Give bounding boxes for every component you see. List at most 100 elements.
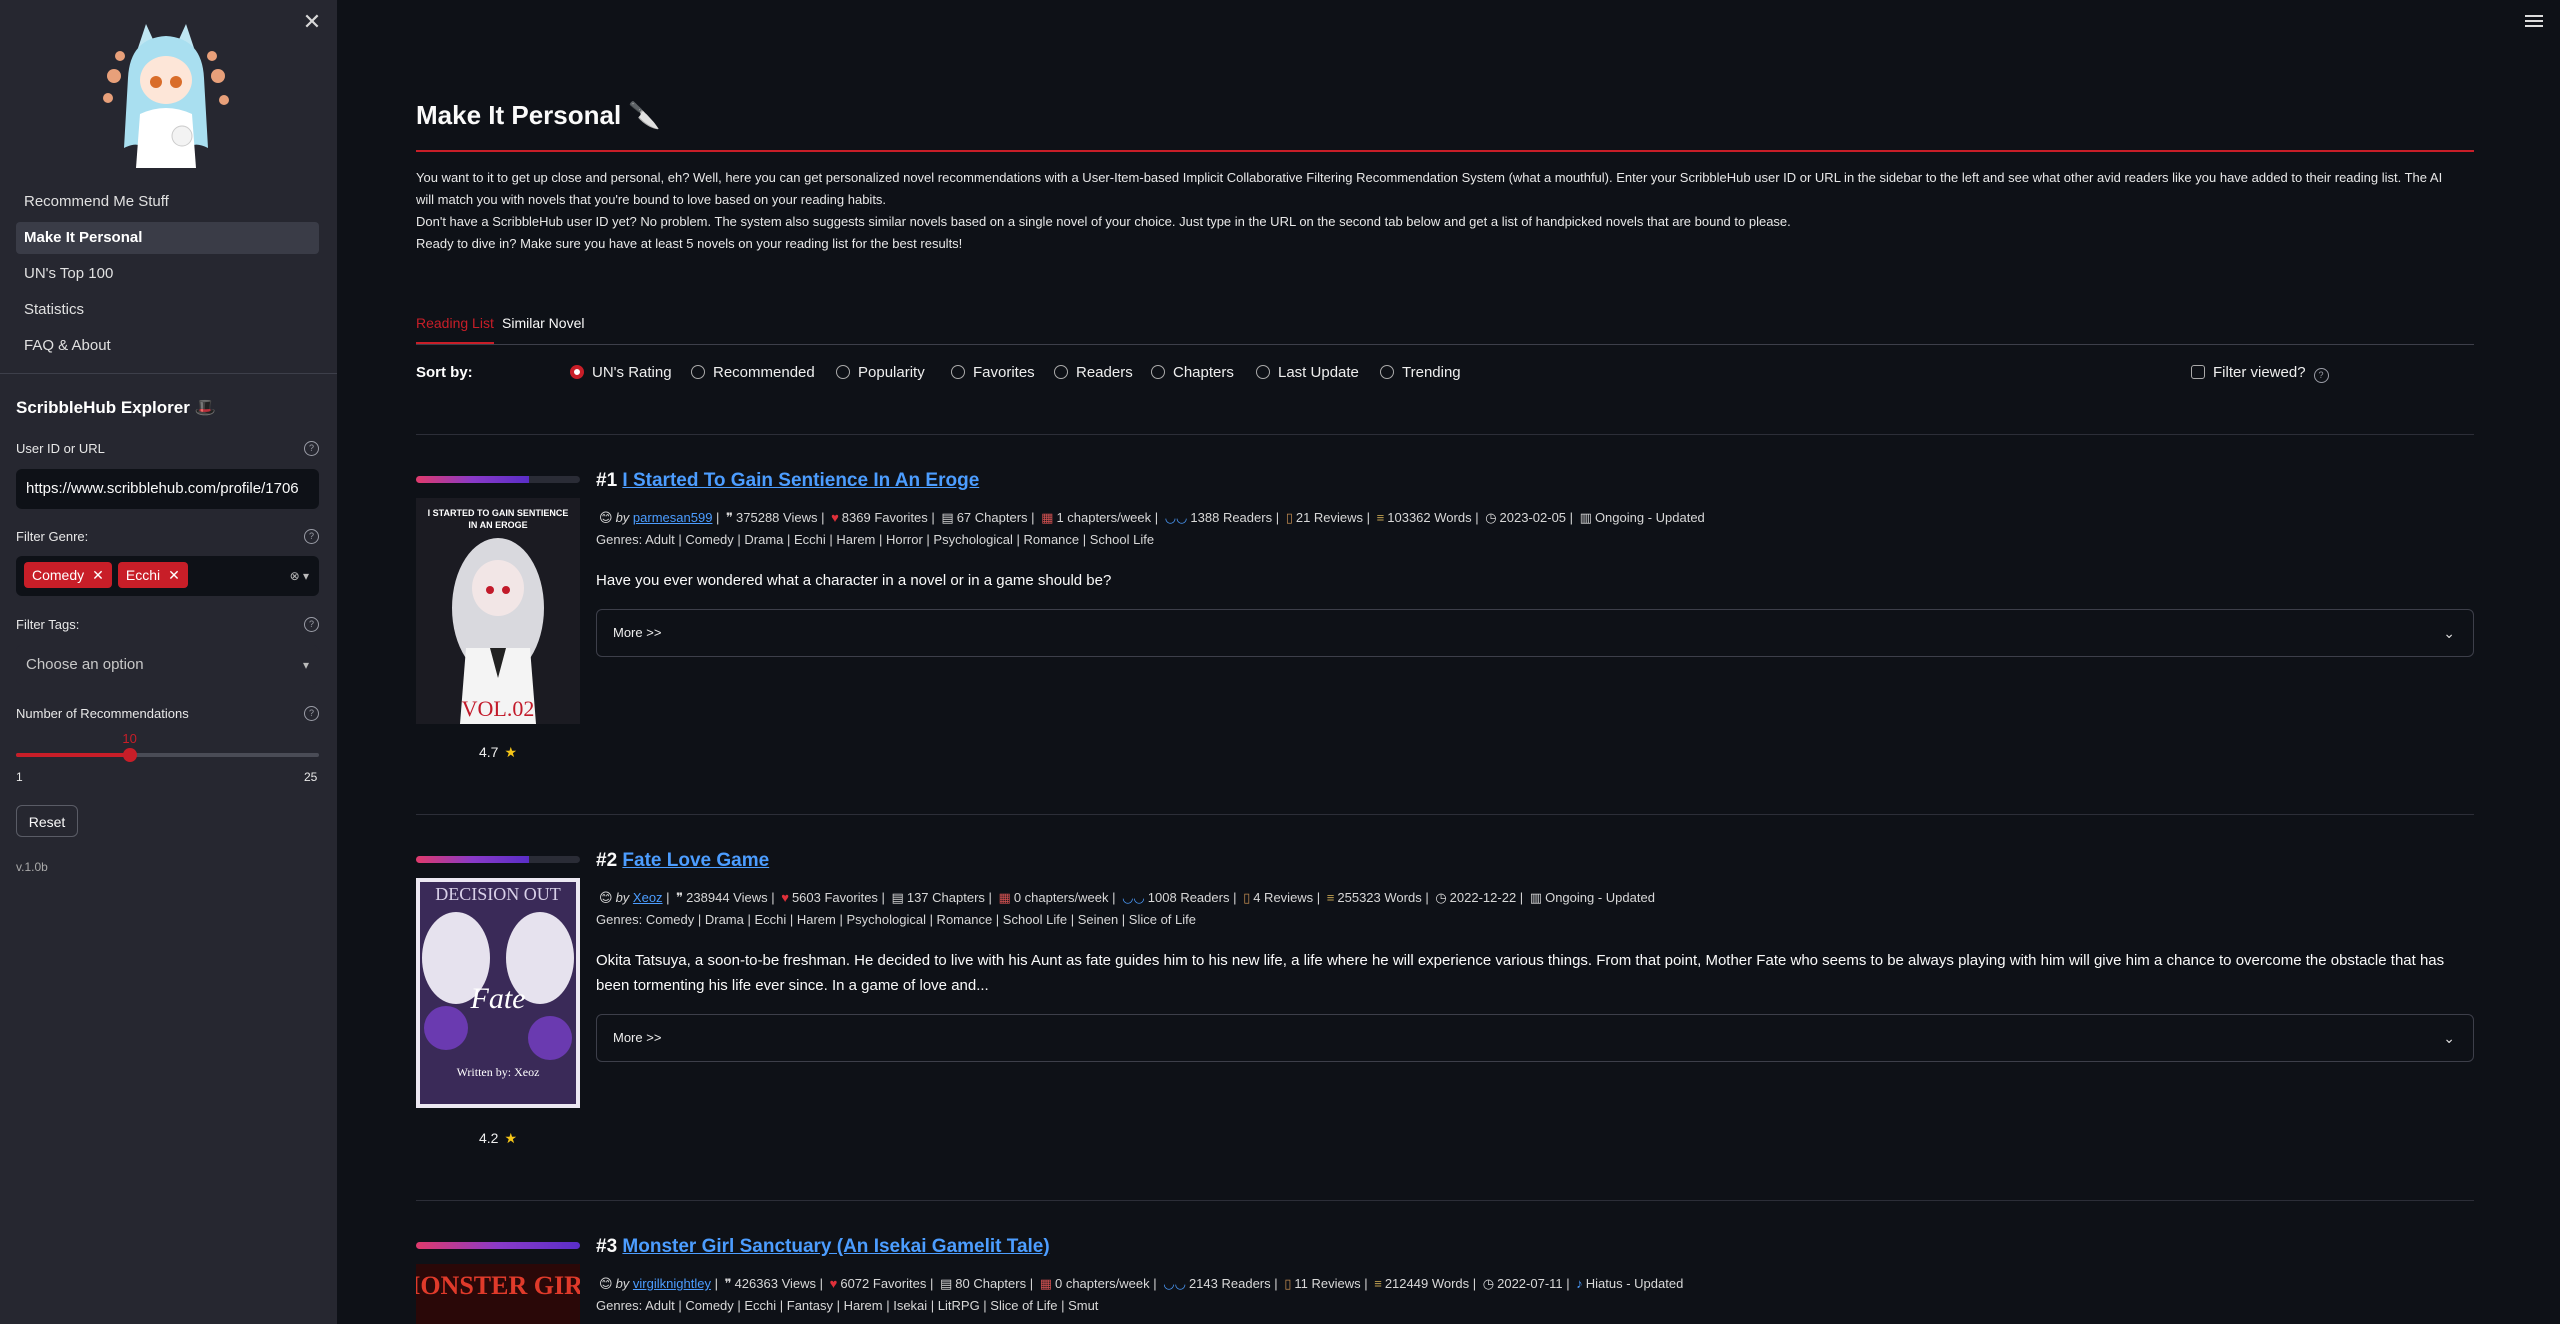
sort-favorites[interactable]: Favorites bbox=[951, 364, 1035, 381]
novel-cover[interactable]: DECISION OUT Fate Written by: Xeoz bbox=[416, 878, 580, 1108]
reviews-icon: ▯ bbox=[1243, 890, 1251, 905]
clear-all-icon[interactable]: ⊗ bbox=[290, 569, 300, 583]
reviews: 4 Reviews bbox=[1253, 890, 1314, 905]
checkbox-label: Filter viewed? bbox=[2213, 364, 2306, 381]
rating-value: 4.7 bbox=[478, 744, 499, 760]
user-id-help-icon[interactable]: ? bbox=[304, 441, 319, 456]
more-expander[interactable]: More >> ⌄ bbox=[596, 609, 2474, 657]
author-icon: 😊 bbox=[599, 890, 613, 905]
mascot-logo bbox=[103, 24, 229, 168]
sidebar-nav: Recommend Me Stuff Make It Personal UN's… bbox=[16, 186, 319, 366]
update-date: 2022-07-11 bbox=[1497, 1276, 1563, 1291]
cover-volume-text: VOL.02 bbox=[462, 696, 535, 721]
genre-tag-label: Comedy bbox=[32, 567, 85, 583]
sort-uns-rating[interactable]: UN's Rating bbox=[570, 364, 672, 381]
radio-label: Trending bbox=[1402, 364, 1461, 381]
tags-select[interactable]: Choose an option ▾ bbox=[16, 645, 319, 685]
sidebar: ✕ Recommend Me Stuff Make It Personal UN… bbox=[0, 0, 337, 1324]
slider-fill bbox=[16, 753, 130, 757]
title-underline bbox=[416, 150, 2474, 152]
calendar-icon: ▦ bbox=[1039, 1276, 1052, 1291]
tab-similar-novel[interactable]: Similar Novel bbox=[502, 312, 584, 342]
favorites: 6072 Favorites bbox=[840, 1276, 927, 1291]
update-date: 2022-12-22 bbox=[1449, 890, 1517, 905]
chevron-down-icon[interactable]: ▾ bbox=[303, 645, 309, 685]
intro-paragraph: Ready to dive in? Make sure you have at … bbox=[416, 236, 963, 251]
chapters-icon: ▤ bbox=[939, 1276, 953, 1291]
genre-help-icon[interactable]: ? bbox=[304, 529, 319, 544]
nav-faq-about[interactable]: FAQ & About bbox=[16, 330, 319, 362]
chapters-icon: ▤ bbox=[941, 510, 954, 525]
filter-viewed-checkbox[interactable]: Filter viewed?? bbox=[2191, 364, 2329, 383]
novel-description: Okita Tatsuya, a soon-to-be freshman. He… bbox=[596, 952, 2445, 994]
slider-max: 25 bbox=[304, 770, 318, 784]
novel-title-link[interactable]: I Started To Gain Sentience In An Eroge bbox=[622, 470, 979, 491]
reset-button[interactable]: Reset bbox=[16, 805, 78, 837]
novel-title-link[interactable]: Monster Girl Sanctuary (An Isekai Gameli… bbox=[622, 1236, 1049, 1257]
novel-rank: #2 bbox=[596, 850, 618, 871]
novel-title-link[interactable]: Fate Love Game bbox=[622, 850, 769, 871]
sort-last-update[interactable]: Last Update bbox=[1256, 364, 1359, 381]
author-link[interactable]: virgilknightley bbox=[633, 1276, 711, 1291]
radio-label: UN's Rating bbox=[592, 364, 672, 381]
nav-uns-top-100[interactable]: UN's Top 100 bbox=[16, 258, 319, 290]
slider-thumb[interactable] bbox=[122, 748, 137, 762]
genre-multiselect[interactable]: Comedy ✕ Ecchi ✕ ⊗ ▾ bbox=[16, 556, 319, 596]
novel-rank: #1 bbox=[596, 470, 618, 491]
sidebar-divider bbox=[0, 373, 337, 374]
score-bar-fill bbox=[416, 476, 530, 483]
clock-icon: ◷ bbox=[1435, 890, 1447, 905]
author-link[interactable]: Xeoz bbox=[633, 890, 663, 905]
sort-chapters[interactable]: Chapters bbox=[1151, 364, 1234, 381]
intro-paragraph: You want to it to get up close and perso… bbox=[416, 170, 2443, 207]
user-id-input[interactable]: https://www.scribblehub.com/profile/1706 bbox=[16, 469, 319, 509]
radio-label: Readers bbox=[1076, 364, 1133, 381]
words: 212449 Words bbox=[1384, 1276, 1470, 1291]
nav-make-it-personal[interactable]: Make It Personal bbox=[16, 222, 319, 254]
chevron-down-icon[interactable]: ▾ bbox=[303, 569, 309, 583]
hiatus-icon: ♪ bbox=[1576, 1276, 1583, 1291]
sort-popularity[interactable]: Popularity bbox=[836, 364, 925, 381]
words-icon: ≡ bbox=[1374, 1276, 1382, 1291]
remove-tag-icon[interactable]: ✕ bbox=[92, 567, 104, 583]
chapters: 80 Chapters bbox=[955, 1276, 1027, 1291]
more-expander[interactable]: More >> ⌄ bbox=[596, 1014, 2474, 1062]
genre-tag-label: Ecchi bbox=[125, 567, 161, 583]
readers-icon: ◡◡ bbox=[1164, 510, 1188, 525]
star-icon: ★ bbox=[504, 1130, 518, 1146]
status: Ongoing - Updated bbox=[1594, 510, 1705, 525]
status: Ongoing - Updated bbox=[1545, 890, 1655, 905]
num-recs-slider[interactable]: 10 bbox=[16, 731, 319, 762]
intro-paragraph: Don't have a ScribbleHub user ID yet? No… bbox=[416, 214, 1791, 229]
heart-icon: ♥ bbox=[831, 510, 839, 525]
release-rate: 1 chapters/week bbox=[1056, 510, 1152, 525]
nav-recommend-me-stuff[interactable]: Recommend Me Stuff bbox=[16, 186, 319, 218]
num-recs-help-icon[interactable]: ? bbox=[304, 706, 319, 721]
star-icon: ★ bbox=[504, 744, 518, 760]
novel-genres: Genres: Adult | Comedy | Drama | Ecchi |… bbox=[596, 532, 1155, 547]
remove-tag-icon[interactable]: ✕ bbox=[168, 567, 180, 583]
rating: 4.2 ★ bbox=[416, 1130, 580, 1147]
sort-readers[interactable]: Readers bbox=[1054, 364, 1133, 381]
reviews-icon: ▯ bbox=[1284, 1276, 1292, 1291]
clock-icon: ◷ bbox=[1482, 1276, 1495, 1291]
release-rate: 0 chapters/week bbox=[1054, 1276, 1150, 1291]
sort-recommended[interactable]: Recommended bbox=[691, 364, 815, 381]
author-link[interactable]: parmesan599 bbox=[633, 510, 713, 525]
filter-viewed-help-icon[interactable]: ? bbox=[2313, 368, 2329, 383]
sort-label: Sort by: bbox=[416, 364, 473, 381]
main-menu-icon[interactable] bbox=[2525, 12, 2543, 30]
views-icon: ❞ bbox=[726, 510, 734, 525]
user-id-label: User ID or URL bbox=[16, 441, 105, 456]
novel-cover[interactable]: I STARTED TO GAIN SENTIENCE IN AN EROGE V… bbox=[416, 498, 580, 724]
sort-trending[interactable]: Trending bbox=[1380, 364, 1461, 381]
divider bbox=[416, 814, 2474, 815]
radio-dot bbox=[1256, 365, 1270, 379]
tab-reading-list[interactable]: Reading List bbox=[416, 312, 494, 344]
close-sidebar-button[interactable]: ✕ bbox=[302, 11, 322, 33]
novel-description: Have you ever wondered what a character … bbox=[596, 572, 1112, 589]
tags-help-icon[interactable]: ? bbox=[304, 617, 319, 632]
novel-cover[interactable]: MONSTER GIRL bbox=[416, 1264, 580, 1324]
nav-statistics[interactable]: Statistics bbox=[16, 294, 319, 326]
readers-icon: ◡◡ bbox=[1163, 1276, 1186, 1291]
